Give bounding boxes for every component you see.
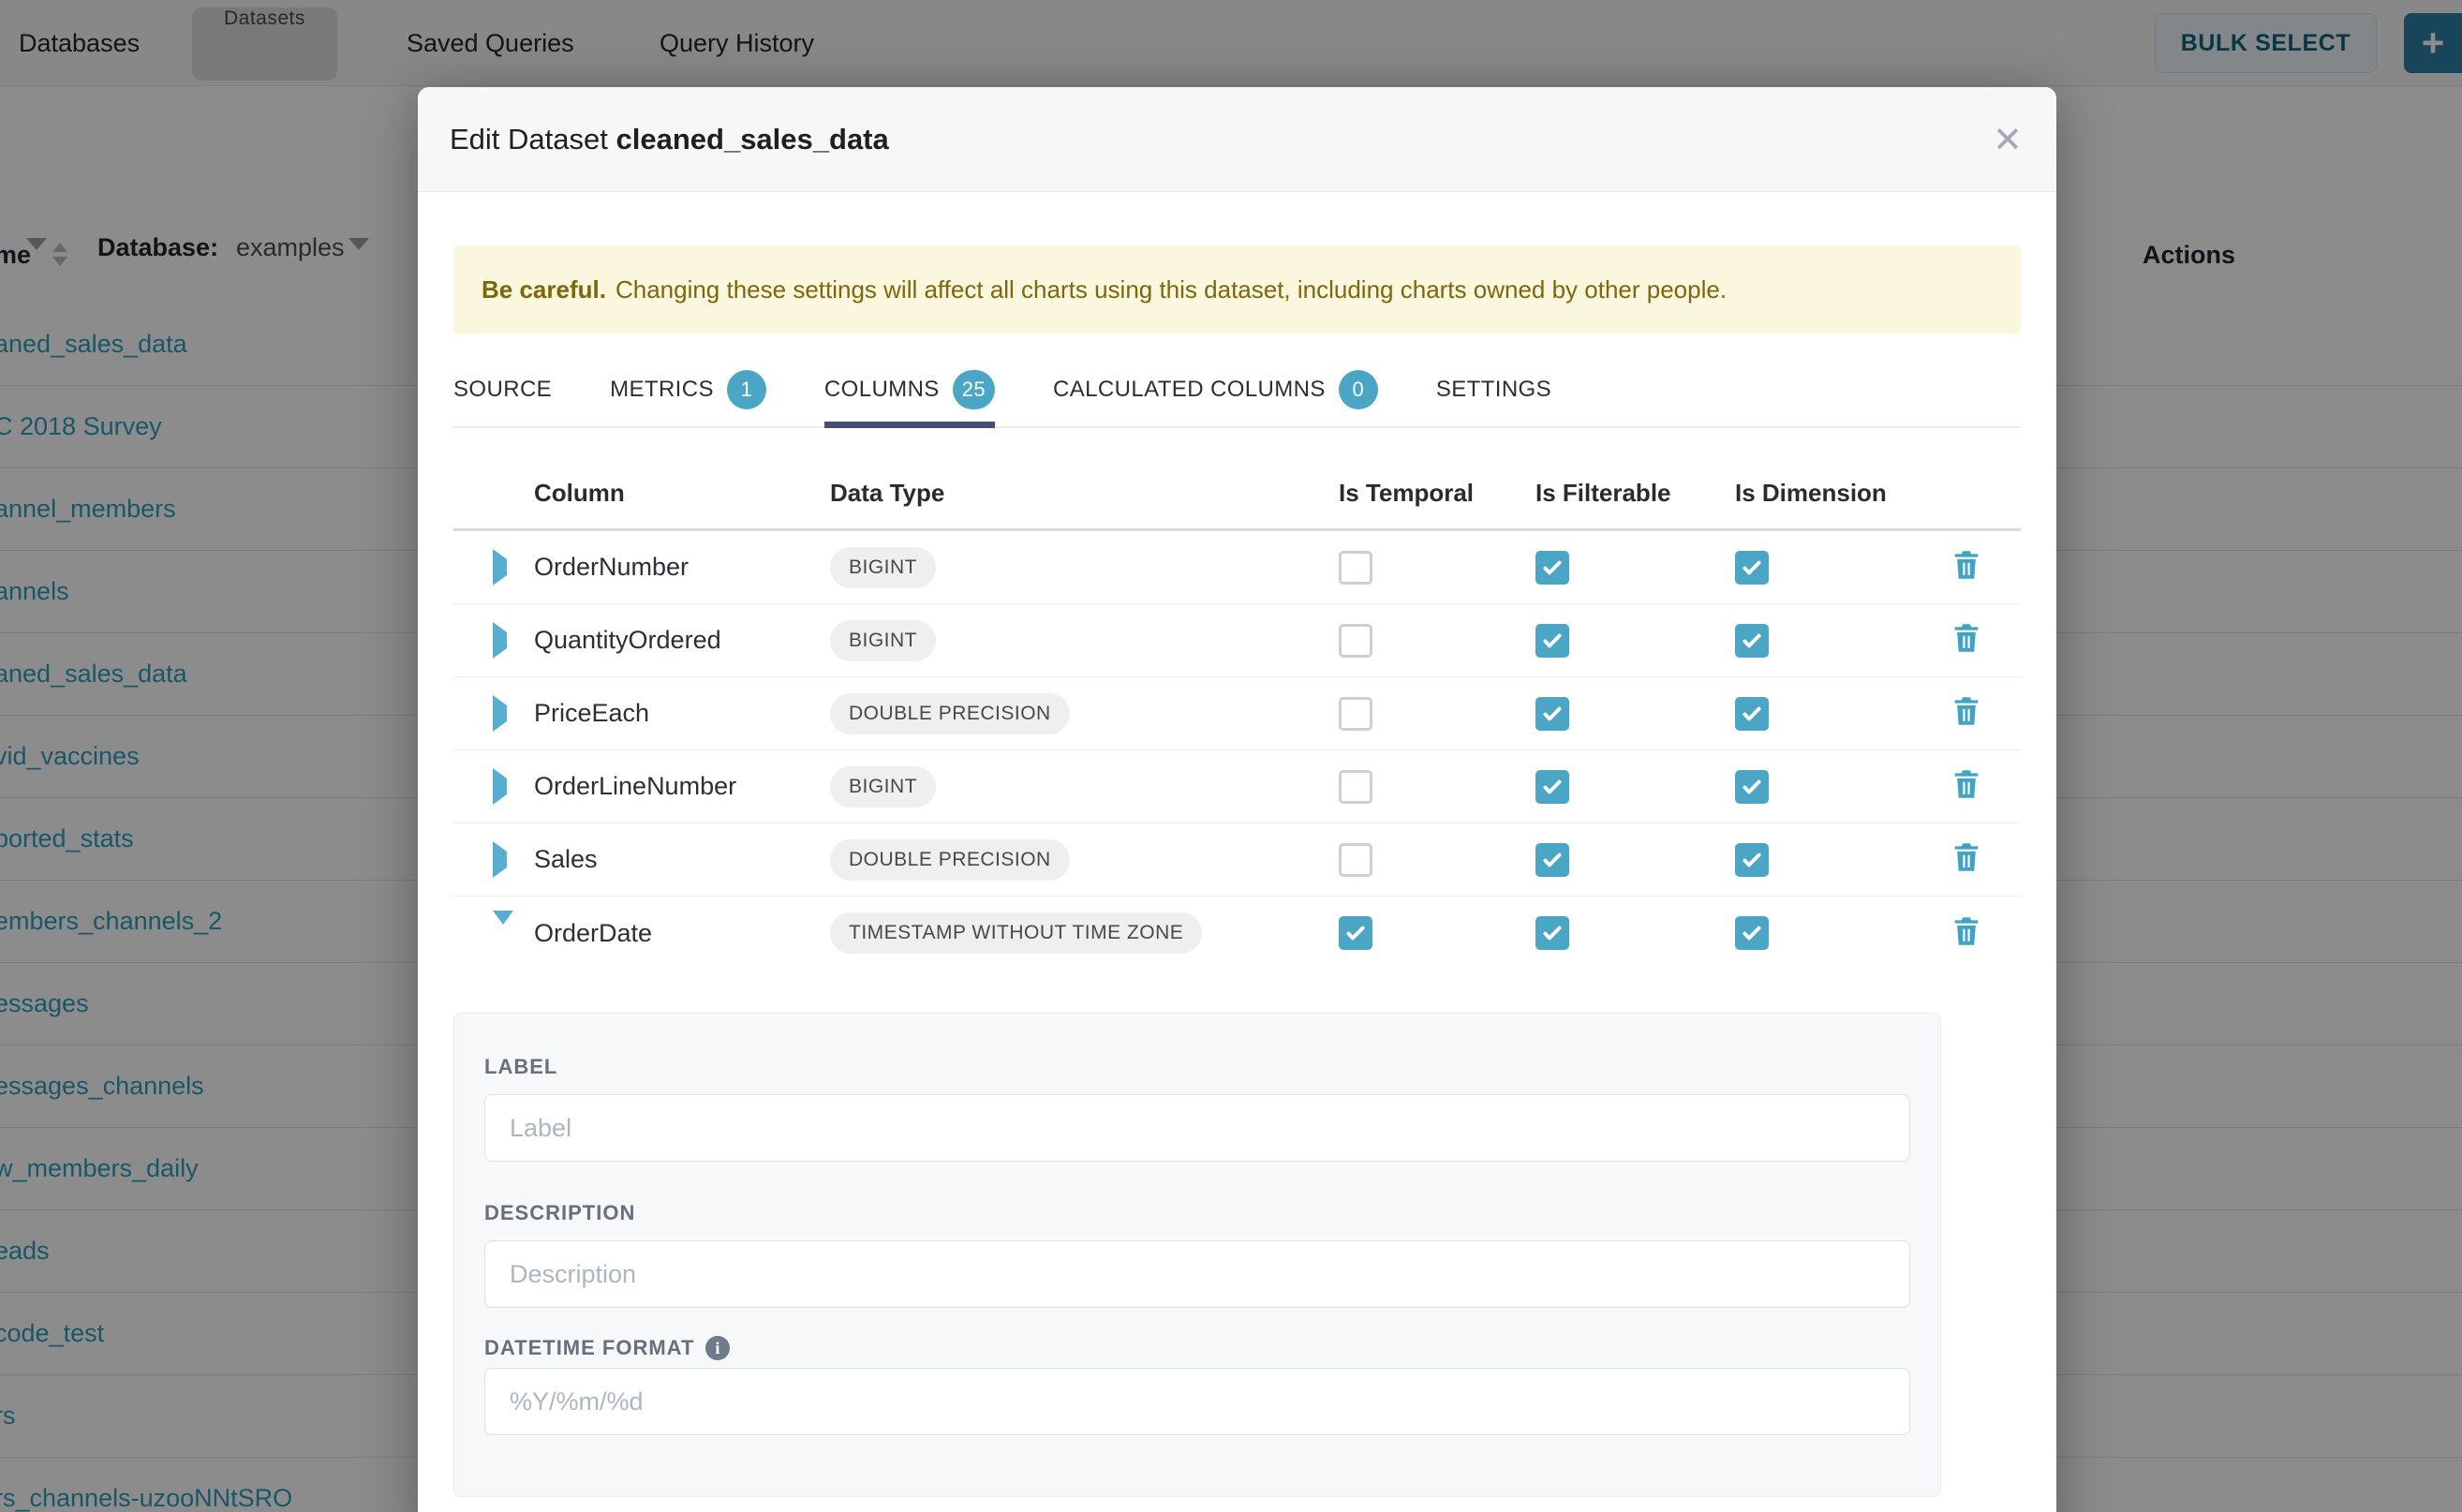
tab-label: CALCULATED COLUMNS — [1053, 377, 1326, 403]
tab-calculated-columns[interactable]: CALCULATED COLUMNS 0 — [1053, 370, 1378, 426]
data-type-pill: DOUBLE PRECISION — [830, 839, 1070, 881]
is-filterable-checkbox-checked[interactable] — [1535, 770, 1569, 804]
delete-column-trash-icon[interactable] — [1952, 623, 1980, 653]
expand-caret-icon[interactable] — [493, 549, 507, 586]
data-type-pill: BIGINT — [830, 620, 936, 661]
is-temporal-checkbox-unchecked[interactable] — [1339, 551, 1372, 585]
is-dimension-checkbox-checked[interactable] — [1735, 551, 1769, 585]
datetime-format-field-label: DATETIME FORMAT i — [484, 1336, 1910, 1360]
tab-label: SOURCE — [453, 377, 552, 403]
modal-body: Be careful. Changing these settings will… — [418, 245, 2056, 1497]
column-row: OrderDateTIMESTAMP WITHOUT TIME ZONE — [453, 897, 2021, 970]
column-row: PriceEachDOUBLE PRECISION — [453, 677, 2021, 750]
column-row: OrderLineNumberBIGINT — [453, 750, 2021, 823]
header-data-type: Data Type — [830, 479, 1339, 528]
column-row: QuantityOrderedBIGINT — [453, 604, 2021, 677]
expand-caret-icon[interactable] — [493, 695, 507, 732]
is-temporal-checkbox-unchecked[interactable] — [1339, 843, 1372, 877]
is-dimension-checkbox-checked[interactable] — [1735, 697, 1769, 731]
label-input[interactable] — [484, 1094, 1910, 1162]
warning-text: Changing these settings will affect all … — [616, 275, 1727, 304]
delete-column-trash-icon[interactable] — [1952, 916, 1980, 946]
columns-table-body: OrderNumberBIGINTQuantityOrderedBIGINTPr… — [453, 531, 2021, 970]
warning-bold: Be careful. — [482, 275, 606, 304]
is-filterable-checkbox-checked[interactable] — [1535, 843, 1569, 877]
column-row: SalesDOUBLE PRECISION — [453, 823, 2021, 897]
column-name: Sales — [534, 845, 830, 874]
modal-header: Edit Dataset cleaned_sales_data ✕ — [418, 87, 2056, 192]
column-name: OrderNumber — [534, 553, 830, 582]
tab-count-badge: 1 — [727, 370, 766, 409]
expand-caret-icon[interactable] — [493, 622, 507, 659]
tab-label: COLUMNS — [824, 377, 940, 403]
dataset-name: cleaned_sales_data — [616, 123, 889, 156]
tab-count-badge: 0 — [1339, 370, 1378, 409]
modal-tabs: SOURCE METRICS 1 COLUMNS 25 CALCULATED COLUMN… — [453, 370, 2021, 428]
data-type-pill: DOUBLE PRECISION — [830, 693, 1070, 734]
is-temporal-checkbox-unchecked[interactable] — [1339, 624, 1372, 658]
tab-source[interactable]: SOURCE — [453, 370, 552, 426]
columns-table-header: Column Data Type Is Temporal Is Filterab… — [453, 428, 2021, 531]
data-type-pill: BIGINT — [830, 766, 936, 808]
description-field-label: DESCRIPTION — [484, 1201, 1910, 1225]
is-temporal-checkbox-unchecked[interactable] — [1339, 697, 1372, 731]
expand-caret-icon[interactable] — [493, 841, 507, 878]
delete-column-trash-icon[interactable] — [1952, 769, 1980, 799]
is-temporal-checkbox-checked[interactable] — [1339, 916, 1372, 950]
edit-dataset-modal: Edit Dataset cleaned_sales_data ✕ Be car… — [418, 87, 2056, 1512]
column-name: OrderLineNumber — [534, 772, 830, 801]
header-is-temporal: Is Temporal — [1339, 479, 1535, 528]
column-name: QuantityOrdered — [534, 626, 830, 655]
close-icon[interactable]: ✕ — [1993, 87, 2023, 192]
column-detail-panel: LABEL DESCRIPTION DATETIME FORMAT i — [453, 1013, 1941, 1497]
delete-column-trash-icon[interactable] — [1952, 550, 1980, 580]
is-temporal-checkbox-unchecked[interactable] — [1339, 770, 1372, 804]
is-filterable-checkbox-checked[interactable] — [1535, 916, 1569, 950]
data-type-pill: BIGINT — [830, 547, 936, 588]
header-is-filterable: Is Filterable — [1535, 479, 1735, 528]
tab-metrics[interactable]: METRICS 1 — [610, 370, 766, 426]
is-dimension-checkbox-checked[interactable] — [1735, 916, 1769, 950]
delete-column-trash-icon[interactable] — [1952, 842, 1980, 872]
tab-label: SETTINGS — [1436, 377, 1551, 403]
delete-column-trash-icon[interactable] — [1952, 696, 1980, 726]
expand-caret-icon[interactable] — [493, 768, 507, 805]
is-dimension-checkbox-checked[interactable] — [1735, 770, 1769, 804]
tab-columns[interactable]: COLUMNS 25 — [824, 370, 995, 426]
column-name: PriceEach — [534, 699, 830, 728]
tab-settings[interactable]: SETTINGS — [1436, 370, 1551, 426]
data-type-pill: TIMESTAMP WITHOUT TIME ZONE — [830, 912, 1202, 954]
is-filterable-checkbox-checked[interactable] — [1535, 551, 1569, 585]
datasets-page: Databases Datasets Saved Queries Query H… — [0, 0, 2462, 1512]
collapse-caret-icon[interactable] — [493, 911, 513, 941]
column-name: OrderDate — [534, 919, 830, 948]
description-input[interactable] — [484, 1240, 1910, 1308]
is-filterable-checkbox-checked[interactable] — [1535, 624, 1569, 658]
info-icon[interactable]: i — [705, 1336, 730, 1360]
tab-count-badge: 25 — [953, 370, 995, 409]
is-dimension-checkbox-checked[interactable] — [1735, 843, 1769, 877]
is-filterable-checkbox-checked[interactable] — [1535, 697, 1569, 731]
header-is-dimension: Is Dimension — [1735, 479, 1952, 528]
column-row: OrderNumberBIGINT — [453, 531, 2021, 604]
tab-label: METRICS — [610, 377, 714, 403]
is-dimension-checkbox-checked[interactable] — [1735, 624, 1769, 658]
datetime-format-input[interactable] — [484, 1368, 1910, 1435]
label-field-label: LABEL — [484, 1055, 1910, 1079]
warning-banner: Be careful. Changing these settings will… — [453, 245, 2021, 334]
modal-title: Edit Dataset cleaned_sales_data — [450, 123, 889, 156]
header-column: Column — [534, 479, 830, 528]
